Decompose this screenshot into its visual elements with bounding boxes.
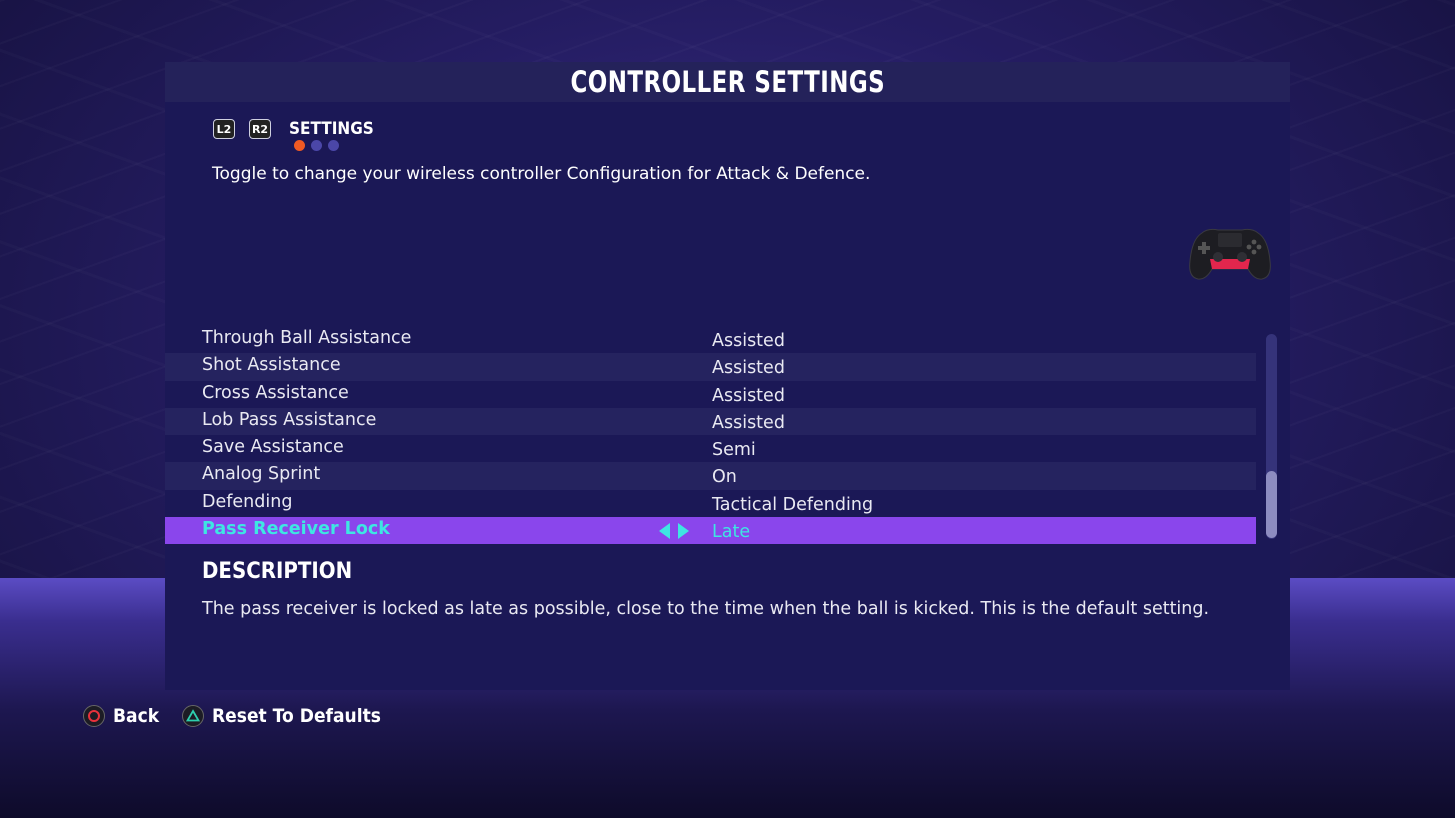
setting-value: Assisted [712, 358, 785, 379]
list-item[interactable]: Save Assistance Semi [165, 435, 1256, 462]
settings-panel: CONTROLLER SETTINGS L2 R2 SETTINGS Toggl… [165, 62, 1290, 690]
list-item-selected[interactable]: Pass Receiver Lock Late [165, 517, 1256, 545]
setting-value: Late [712, 522, 751, 543]
reset-label: Reset To Defaults [212, 705, 382, 727]
description-text: The pass receiver is locked as late as p… [202, 599, 1210, 619]
section-subtitle: Toggle to change your wireless controlle… [212, 164, 871, 184]
triangle-button-icon [182, 705, 205, 727]
back-button[interactable]: Back [83, 705, 164, 727]
scrollbar-thumb[interactable] [1266, 471, 1277, 538]
arrow-left-icon[interactable] [659, 523, 670, 540]
r2-button-icon[interactable]: R2 [249, 119, 271, 139]
tab-bar: L2 R2 SETTINGS [213, 119, 383, 139]
setting-name: Analog Sprint [202, 464, 321, 485]
list-item[interactable]: Shot Assistance Assisted [165, 353, 1256, 381]
page-dot [294, 140, 305, 151]
circle-button-icon [83, 705, 105, 727]
value-toggle[interactable] [659, 523, 689, 540]
setting-name: Save Assistance [202, 437, 344, 458]
settings-list: Through Ball Assistance Assisted Shot As… [165, 326, 1256, 545]
setting-value: Tactical Defending [712, 494, 874, 515]
setting-value: Semi [712, 440, 756, 461]
back-label: Back [113, 705, 160, 727]
list-item[interactable]: Analog Sprint On [165, 462, 1256, 490]
page-indicator [294, 140, 339, 151]
setting-value: Assisted [712, 412, 785, 433]
setting-value: Assisted [712, 385, 785, 406]
setting-value: Assisted [712, 331, 785, 351]
setting-name: Lob Pass Assistance [202, 409, 377, 430]
reset-defaults-button[interactable]: Reset To Defaults [182, 705, 400, 727]
gamepad-icon [1189, 228, 1271, 280]
page-dot [311, 140, 322, 151]
page-dot [328, 140, 339, 151]
footer-controls: Back Reset To Defaults [83, 705, 418, 727]
tab-settings[interactable]: SETTINGS [289, 119, 374, 139]
panel-header: CONTROLLER SETTINGS [165, 62, 1290, 102]
setting-name: Pass Receiver Lock [202, 519, 390, 540]
arrow-right-icon[interactable] [678, 523, 689, 540]
description-heading: DESCRIPTION [202, 559, 353, 584]
page-title: CONTROLLER SETTINGS [570, 65, 885, 99]
scrollbar[interactable] [1266, 334, 1277, 539]
l2-button-icon[interactable]: L2 [213, 119, 235, 139]
list-item[interactable]: Lob Pass Assistance Assisted [165, 407, 1256, 436]
setting-value: On [712, 467, 737, 488]
setting-name: Shot Assistance [202, 355, 341, 376]
list-item[interactable]: Through Ball Assistance Assisted [165, 326, 1256, 353]
setting-name: Through Ball Assistance [202, 328, 412, 348]
list-item[interactable]: Cross Assistance Assisted [165, 381, 1256, 408]
setting-name: Cross Assistance [202, 382, 349, 403]
list-item[interactable]: Defending Tactical Defending [165, 490, 1256, 517]
setting-name: Defending [202, 491, 293, 512]
